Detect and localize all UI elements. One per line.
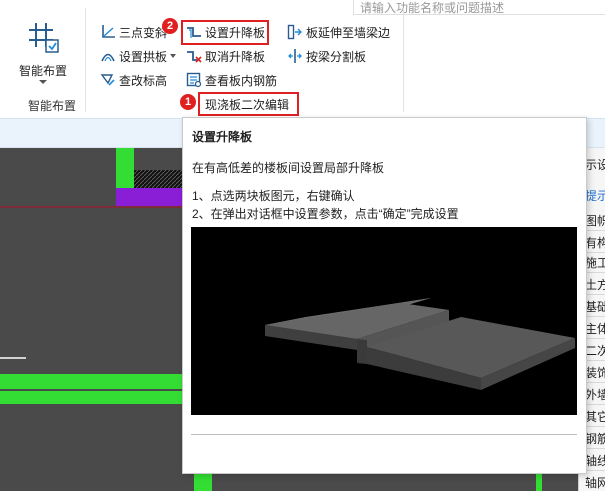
right-panel-item[interactable]: 轴网	[585, 474, 605, 491]
view-slab-rebar-button[interactable]: 查看板内钢筋	[186, 70, 277, 90]
right-panel-item[interactable]: 轴线	[585, 452, 605, 469]
right-panel-item[interactable]: 主体	[585, 320, 605, 337]
right-panel-item[interactable]: 钢筋	[585, 430, 605, 447]
right-panel-tip-link[interactable]: 提示	[585, 187, 605, 204]
right-panel-item[interactable]: 基础	[585, 298, 605, 315]
smart-layout-label: 智能布置	[18, 64, 67, 78]
raise-slab-illustration	[191, 227, 577, 415]
cancel-raise-slab-icon	[186, 48, 202, 64]
tooltip-step-1: 1、点选两块板图元，右键确认	[192, 189, 355, 203]
slab-extend-to-wall-label: 板延伸至墙梁边	[306, 25, 391, 40]
highlight-secondary-edit	[198, 92, 299, 116]
slab-extend-to-wall-button[interactable]: 板延伸至墙梁边	[287, 22, 390, 42]
right-panel-item[interactable]: 二次	[585, 342, 605, 359]
grid-layout-icon	[26, 20, 60, 57]
view-rebar-icon	[186, 72, 202, 88]
three-point-slope-label: 三点变斜	[119, 25, 168, 40]
search-input[interactable]: 请输入功能名称或问题描述	[353, 0, 605, 15]
step-badge-1: 1	[180, 94, 196, 110]
right-panel-item[interactable]: 外墙	[585, 386, 605, 403]
search-placeholder: 请输入功能名称或问题描述	[360, 1, 505, 15]
ribbon-separator	[85, 8, 86, 112]
elevation-edit-icon	[100, 72, 116, 88]
arch-slab-button[interactable]: 设置拱板	[100, 46, 177, 66]
cancel-raise-slab-label: 取消升降板	[205, 49, 266, 64]
three-point-slope-icon	[100, 24, 116, 40]
tooltip-popup: 设置升降板 在有高低差的楼板间设置局部升降板 1、点选两块板图元，右键确认 2、…	[182, 117, 587, 474]
highlight-set-raise-slab	[181, 20, 269, 45]
slab-extend-icon	[287, 24, 303, 40]
right-panel-item[interactable]: 图帜	[585, 212, 605, 229]
tooltip-divider	[191, 434, 577, 435]
group-label-smart-layout: 智能布置	[28, 99, 77, 113]
ribbon-toolbar: 请输入功能名称或问题描述 智能布置 智能布置 三点变斜 设置拱板 查改标高 设置…	[0, 0, 605, 120]
edit-elevation-button[interactable]: 查改标高	[100, 70, 167, 90]
tooltip-step-2: 2、在弹出对话框中设置参数，点击“确定”完成设置	[192, 207, 459, 221]
smart-layout-button[interactable]: 智能布置	[16, 18, 70, 84]
cancel-raise-slab-button[interactable]: 取消升降板	[186, 46, 265, 66]
split-slab-icon	[287, 48, 303, 64]
right-panel-item[interactable]: 其它	[585, 408, 605, 425]
arch-slab-label: 设置拱板	[119, 49, 168, 64]
tooltip-description: 在有高低差的楼板间设置局部升降板	[192, 161, 385, 175]
ribbon-separator	[403, 8, 404, 112]
split-slab-by-beam-label: 按梁分割板	[306, 49, 367, 64]
right-panel-header: 示设	[585, 158, 605, 172]
chevron-down-icon	[170, 54, 177, 58]
view-slab-rebar-label: 查看板内钢筋	[205, 73, 278, 88]
right-panel-item[interactable]: 装饰	[585, 364, 605, 381]
right-panel-item[interactable]: 施工段	[585, 254, 605, 271]
right-panel-item[interactable]: 有构	[585, 234, 605, 251]
right-panel-item[interactable]: 土方	[585, 276, 605, 293]
split-slab-by-beam-button[interactable]: 按梁分割板	[287, 46, 366, 66]
tooltip-title: 设置升降板	[192, 130, 253, 144]
arch-slab-icon	[100, 48, 116, 64]
chevron-down-icon	[39, 80, 47, 84]
edit-elevation-label: 查改标高	[119, 73, 168, 88]
step-badge-2: 2	[162, 18, 178, 34]
three-point-slope-button[interactable]: 三点变斜	[100, 22, 167, 42]
